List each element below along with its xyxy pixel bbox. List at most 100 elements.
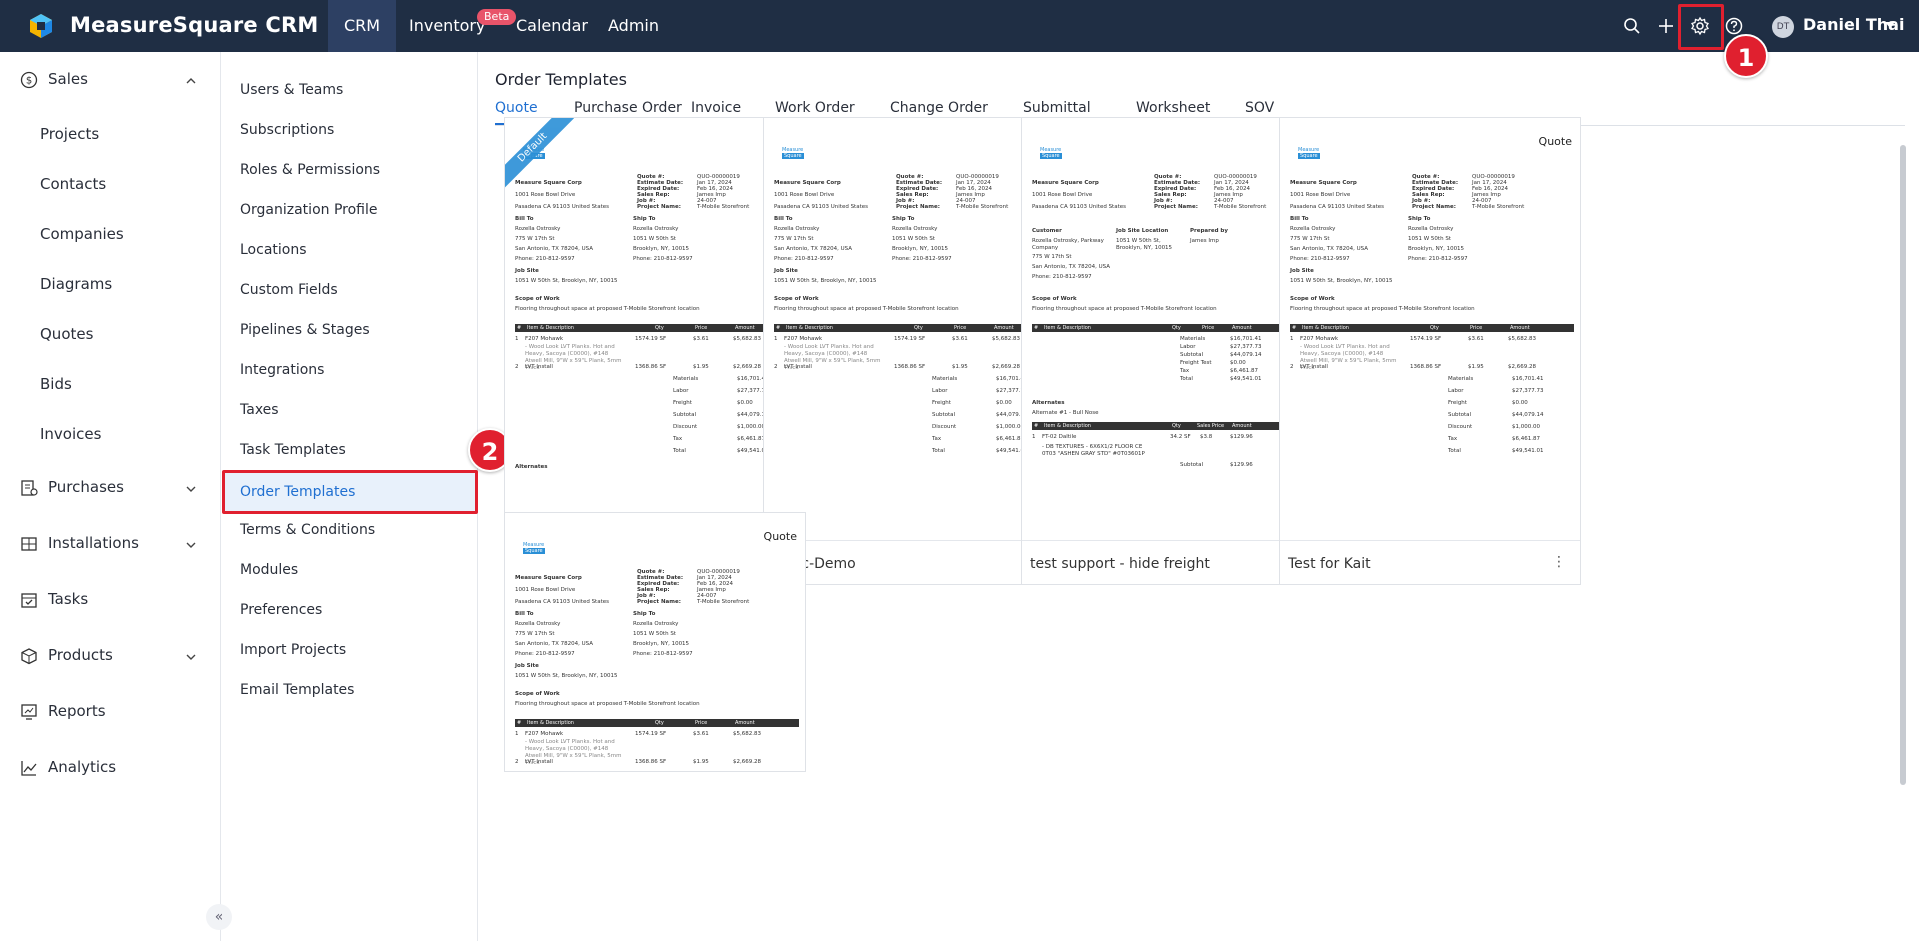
template-preview[interactable]: Quote MeasureSquare Measure Square Corp … (505, 118, 805, 541)
tab-purchase-order[interactable]: Purchase Order (574, 100, 682, 116)
doc-total-value: $6,461.87 (1512, 436, 1540, 442)
doc-meta-value: T-Mobile Storefront (1214, 204, 1267, 210)
settings-item-roles-permissions[interactable]: Roles & Permissions (240, 162, 380, 178)
doc-bill-line: 775 W 17th St (515, 631, 555, 637)
doc-ship-line: Rozella Ostrosky (633, 226, 679, 232)
settings-item-subscriptions[interactable]: Subscriptions (240, 122, 334, 138)
template-preview[interactable]: Quote MeasureSquare Measure Square Corp … (1022, 118, 1322, 541)
doc-alternates-label: Alternates (1032, 400, 1065, 406)
more-options-icon[interactable]: ⋮ (1552, 554, 1566, 570)
sidebar-item-projects[interactable]: Projects (40, 125, 99, 143)
tab-work-order[interactable]: Work Order (775, 100, 855, 116)
doc-line2-cell: 1368.86 SF (635, 759, 667, 765)
doc-total-value: $1,000.00 (737, 424, 765, 430)
doc-alt-cell: 34.2 SF (1170, 434, 1191, 440)
tab-worksheet[interactable]: Worksheet (1136, 100, 1210, 116)
sidebar-item-contacts[interactable]: Contacts (40, 175, 106, 193)
tab-invoice[interactable]: Invoice (691, 100, 741, 116)
purchases-icon (21, 480, 38, 496)
settings-item-custom-fields[interactable]: Custom Fields (240, 282, 338, 298)
template-card-1[interactable]: Quote MeasureSquare Measure Square Corp … (763, 117, 1065, 585)
doc-total-value: $0.00 (1512, 400, 1528, 406)
doc-total-label: Materials (1180, 336, 1206, 342)
settings-item-email-templates[interactable]: Email Templates (240, 682, 354, 698)
sidebar-item-diagrams[interactable]: Diagrams (40, 275, 112, 293)
sidebar-item-quotes[interactable]: Quotes (40, 325, 93, 343)
settings-item-locations[interactable]: Locations (240, 242, 307, 258)
tab-change-order[interactable]: Change Order (890, 100, 988, 116)
doc-col-header: # (517, 325, 522, 331)
sidebar-item-companies[interactable]: Companies (40, 225, 124, 243)
template-card-3[interactable]: Quote Measure Square Measure Square Corp … (1279, 117, 1581, 585)
settings-item-task-templates[interactable]: Task Templates (240, 442, 346, 458)
plus-icon[interactable] (1656, 16, 1676, 36)
settings-item-integrations[interactable]: Integrations (240, 362, 324, 378)
chevron-down-icon[interactable] (186, 652, 196, 662)
doc-bill-line: Phone: 210-812-9597 (1290, 256, 1350, 262)
doc-line1-cell: 1 (515, 731, 519, 737)
doc-col-header: Price (1470, 325, 1483, 331)
tab-sov[interactable]: SOV (1245, 100, 1274, 116)
sidebar-item-invoices[interactable]: Invoices (40, 425, 101, 443)
doc-logo-bottom: Square (782, 153, 804, 159)
doc-col-header: # (1034, 325, 1039, 331)
tab-quote[interactable]: Quote (495, 100, 538, 116)
template-preview[interactable]: Quote MeasureSquare Measure Square Corp … (1280, 118, 1580, 541)
doc-line2-cell: $2,669.28 (733, 364, 761, 370)
template-card-2[interactable]: Quote MeasureSquare Measure Square Corp … (1021, 117, 1323, 585)
nav-admin[interactable]: Admin (592, 0, 675, 52)
doc-ship-line: 1051 W 50th St (892, 236, 935, 242)
doc-bill-line: Rozella Ostrosky (515, 621, 561, 627)
chevron-down-icon[interactable] (186, 540, 196, 550)
help-icon[interactable] (1724, 16, 1744, 36)
doc-company: Measure Square Corp (1290, 180, 1357, 186)
avatar[interactable]: DT (1772, 16, 1794, 38)
app-logo-icon[interactable] (28, 13, 54, 39)
doc-col-header: Price (695, 720, 708, 726)
doc-company: Measure Square Corp (774, 180, 841, 186)
doc-logo: MeasureSquare (1040, 148, 1068, 160)
settings-item-organization-profile[interactable]: Organization Profile (240, 202, 377, 218)
nav-inventory[interactable]: Inventory (393, 0, 501, 52)
doc-bill-line: San Antonio, TX 78204, USA (1290, 246, 1368, 252)
doc-alt-cell: $3.8 (1200, 434, 1213, 440)
settings-item-modules[interactable]: Modules (240, 562, 298, 578)
doc-total-label: Materials (673, 376, 699, 382)
doc-total-label: Tax (1180, 368, 1190, 374)
template-name: test support - hide freight (1030, 556, 1210, 572)
doc-line2-cell: 2 (1290, 364, 1294, 370)
sidebar-item-bids[interactable]: Bids (40, 375, 72, 393)
template-card-4[interactable]: Quote Measure Square Measure Square Corp … (504, 512, 806, 772)
doc-scope-line: Flooring throughout space at proposed T-… (1032, 306, 1217, 312)
chevron-down-icon[interactable] (186, 484, 196, 494)
doc-bill-to: Bill To (515, 216, 534, 222)
doc-total-value: $27,377.73 (1230, 344, 1262, 350)
doc-scope-line: Flooring throughout space at proposed T-… (774, 306, 959, 312)
scrollbar[interactable] (1900, 145, 1906, 785)
settings-item-preferences[interactable]: Preferences (240, 602, 322, 618)
settings-item-users-teams[interactable]: Users & Teams (240, 82, 343, 98)
app-title[interactable]: MeasureSquare CRM (70, 13, 318, 37)
settings-nav: Users & Teams Subscriptions Roles & Perm… (222, 52, 478, 941)
doc-total-label: Tax (1448, 436, 1458, 442)
settings-item-taxes[interactable]: Taxes (240, 402, 279, 418)
search-icon[interactable] (1622, 16, 1642, 36)
settings-item-import-projects[interactable]: Import Projects (240, 642, 346, 658)
settings-item-order-templates[interactable]: Order Templates (222, 470, 478, 514)
template-preview[interactable]: Quote MeasureSquare Measure Square Corp … (505, 513, 805, 771)
doc-bill-to: Bill To (774, 216, 793, 222)
doc-col-header: Amount (1232, 325, 1252, 331)
nav-crm[interactable]: CRM (328, 0, 397, 52)
doc-col-header: # (517, 720, 522, 726)
sidebar-label: Tasks (48, 590, 89, 608)
settings-item-pipelines-stages[interactable]: Pipelines & Stages (240, 322, 370, 338)
template-preview[interactable]: Quote MeasureSquare Measure Square Corp … (764, 118, 1064, 541)
chevron-up-icon[interactable] (186, 76, 196, 86)
settings-item-terms-conditions[interactable]: Terms & Conditions (240, 522, 375, 538)
nav-calendar[interactable]: Calendar (500, 0, 604, 52)
sidebar-label: Installations (48, 534, 139, 552)
doc-bill-line: Rozella Ostrosky (1290, 226, 1336, 232)
doc-bill-to: Bill To (515, 611, 534, 617)
tab-submittal[interactable]: Submittal (1023, 100, 1091, 116)
user-menu-caret-icon[interactable] (1885, 22, 1895, 28)
